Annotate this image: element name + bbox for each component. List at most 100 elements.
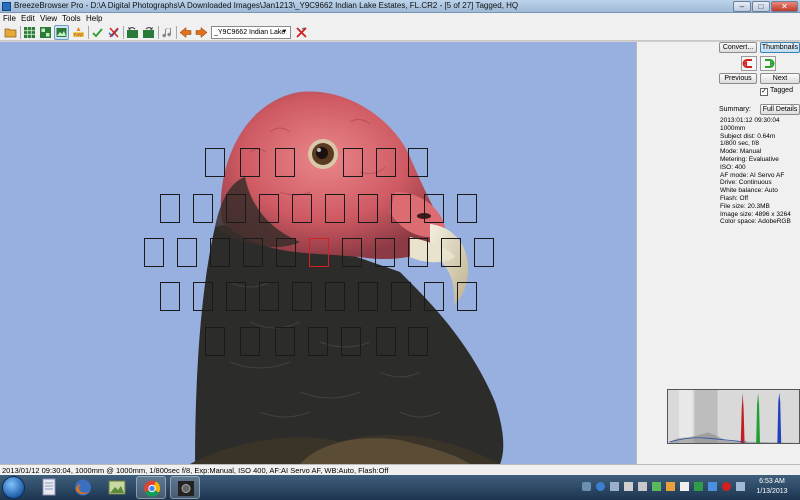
forward-icon[interactable]	[760, 56, 776, 71]
start-button[interactable]	[2, 476, 25, 499]
af-point	[226, 282, 246, 311]
af-point	[358, 282, 378, 311]
toolbar-separator	[88, 26, 89, 39]
meta-af-mode: AF mode: AI Servo AF	[720, 171, 785, 179]
af-point	[160, 194, 180, 223]
menu-tools[interactable]: Tools	[62, 14, 81, 23]
af-point	[376, 327, 396, 356]
breezebrowser-icon[interactable]	[170, 476, 200, 499]
full-details-button[interactable]: Full Details	[760, 104, 800, 115]
thumbs-view-icon[interactable]	[39, 26, 52, 39]
minimize-button[interactable]: –	[733, 1, 751, 12]
grid-view-icon[interactable]	[23, 26, 36, 39]
tagged-checkbox[interactable]: ✓	[760, 88, 768, 96]
tray-arrow-icon[interactable]	[582, 482, 591, 491]
meta-subject-distance: Subject dist: 0.64m	[720, 132, 776, 140]
af-point-active	[309, 238, 329, 267]
meta-color-space: Color space: AdobeRGB	[720, 218, 791, 226]
next-arrow-icon[interactable]	[195, 26, 208, 39]
window-title: BreezeBrowser Pro - D:\A Digital Photogr…	[14, 1, 519, 10]
photos-icon[interactable]	[102, 476, 132, 499]
meta-exposure: 1/800 sec, f/8	[720, 140, 760, 148]
af-point	[441, 238, 461, 267]
chevron-down-icon[interactable]: ▼	[280, 28, 289, 37]
af-point	[376, 148, 396, 177]
main-image-view[interactable]	[0, 42, 636, 464]
previous-button[interactable]: Previous	[719, 73, 757, 84]
af-point	[375, 238, 395, 267]
flag-icon[interactable]	[736, 482, 745, 491]
meta-image-size: Image size: 4896 x 3264	[720, 210, 791, 218]
af-point	[457, 282, 477, 311]
af-point	[341, 327, 361, 356]
toolbar-separator	[123, 26, 124, 39]
volume-icon[interactable]	[638, 482, 647, 491]
rotate-right-icon[interactable]	[142, 26, 155, 39]
af-point	[474, 238, 494, 267]
previous-arrow-icon[interactable]	[179, 26, 192, 39]
alert-icon[interactable]	[722, 482, 731, 491]
menu-file[interactable]: File	[3, 14, 16, 23]
open-folder-icon[interactable]	[4, 26, 17, 39]
af-point	[240, 148, 260, 177]
single-view-icon[interactable]	[54, 25, 69, 40]
file-select-dropdown[interactable]: _Y9C9662 Indian Lake ▼	[211, 26, 291, 39]
meta-mode: Mode: Manual	[720, 148, 762, 156]
delete-icon[interactable]	[295, 26, 308, 39]
menu-view[interactable]: View	[40, 14, 57, 23]
toolbar-separator	[158, 26, 159, 39]
af-point	[226, 194, 246, 223]
af-point	[391, 282, 411, 311]
clock-date: 1/13/2013	[756, 488, 788, 495]
af-point	[342, 238, 362, 267]
sync-icon[interactable]	[680, 482, 689, 491]
menu-help[interactable]: Help	[86, 14, 102, 23]
svg-text:RAW: RAW	[74, 32, 83, 37]
af-point	[259, 282, 279, 311]
untag-icon[interactable]	[107, 26, 120, 39]
af-point	[275, 327, 295, 356]
convert-button[interactable]: Convert...	[719, 42, 757, 53]
excel-icon[interactable]	[694, 482, 703, 491]
af-point	[408, 148, 428, 177]
af-point	[243, 238, 263, 267]
histogram-graph	[669, 390, 798, 443]
menu-edit[interactable]: Edit	[21, 14, 35, 23]
chat-icon[interactable]	[708, 482, 717, 491]
firefox-icon[interactable]	[68, 476, 98, 499]
af-point	[408, 327, 428, 356]
af-point	[457, 194, 477, 223]
meta-flash: Flash: Off	[720, 194, 749, 202]
af-point	[325, 194, 345, 223]
raw-icon[interactable]: RAW	[72, 26, 85, 39]
chrome-icon[interactable]	[136, 476, 166, 499]
meta-iso: ISO: 400	[720, 163, 746, 171]
back-icon[interactable]	[741, 56, 757, 71]
title-bar: BreezeBrowser Pro - D:\A Digital Photogr…	[0, 0, 800, 13]
network-icon[interactable]	[624, 482, 633, 491]
file-explorer-icon[interactable]	[34, 476, 64, 499]
af-point	[325, 282, 345, 311]
af-point	[408, 238, 428, 267]
security-icon[interactable]	[652, 482, 661, 491]
maximize-button[interactable]: □	[752, 1, 770, 12]
next-button[interactable]: Next	[760, 73, 800, 84]
app-icon	[2, 2, 11, 11]
tag-icon[interactable]	[91, 26, 104, 39]
af-point	[177, 238, 197, 267]
toolbar-separator	[20, 26, 21, 39]
tray-app-icon[interactable]	[610, 482, 619, 491]
update-icon[interactable]	[666, 482, 675, 491]
bluetooth-icon[interactable]	[596, 482, 605, 491]
af-point	[205, 327, 225, 356]
rotate-left-icon[interactable]	[126, 26, 139, 39]
close-button[interactable]: ✕	[771, 1, 798, 12]
tagged-label: Tagged	[770, 87, 793, 94]
af-point	[275, 148, 295, 177]
clock[interactable]: 6:53 AM 1/13/2013	[752, 477, 792, 497]
meta-drive: Drive: Continuous	[720, 179, 772, 187]
thumbnails-button[interactable]: Thumbnails	[760, 42, 800, 53]
af-point	[343, 148, 363, 177]
audio-icon[interactable]	[161, 26, 174, 39]
af-point	[144, 238, 164, 267]
